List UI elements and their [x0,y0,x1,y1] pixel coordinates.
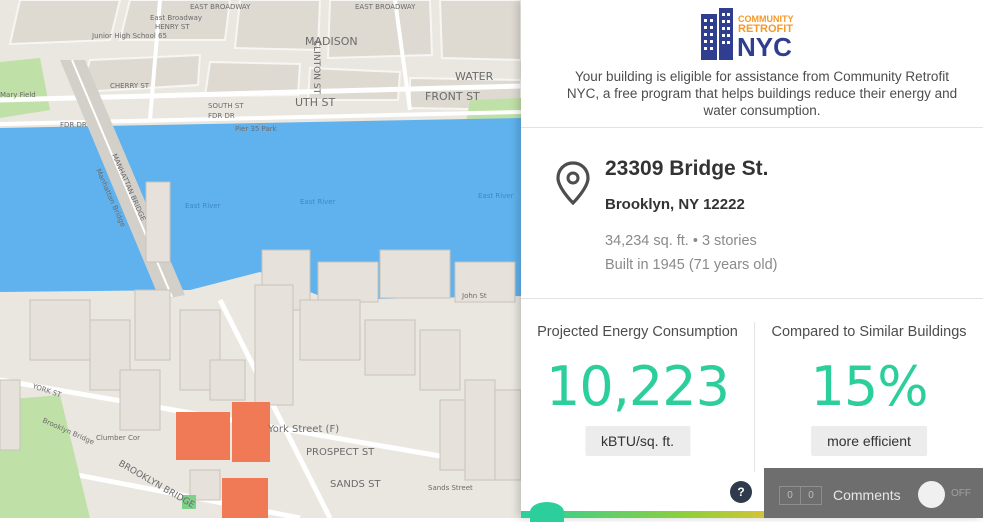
street-label: UTH ST [295,96,336,109]
comment-count-b: 0 [800,486,822,505]
community-retrofit-logo: COMMUNITY RETROFIT NYC [699,6,811,62]
divider [521,298,983,299]
street-label: FDR DR [208,112,235,120]
address-line1: 23309 Bridge St. [605,157,769,180]
street-label: John St [461,292,487,300]
address-line2: Brooklyn, NY 12222 [605,196,745,213]
toggle-state-label: OFF [951,488,971,499]
street-label: Clumber Cor [96,434,140,442]
street-label: PROSPECT ST [306,447,375,458]
comparison-label: Compared to Similar Buildings [771,324,967,340]
energy-unit-badge: kBTU/sq. ft. [584,426,691,456]
map-canvas[interactable]: EAST BROADWAY EAST BROADWAY East Broadwa… [0,0,521,518]
energy-consumption-value: 10,223 [546,355,730,418]
street-label: HENRY ST [155,23,190,31]
comparison-stat: Compared to Similar Buildings 15% more e… [755,300,983,470]
street-label: York Street (F) [267,424,339,435]
divider [521,127,983,128]
comparison-unit-badge: more efficient [811,426,927,456]
building-info-panel: COMMUNITY RETROFIT NYC Your building is … [521,0,983,518]
efficiency-indicator [530,502,564,522]
help-button[interactable]: ? [730,481,752,503]
street-label: EAST BROADWAY [190,3,251,11]
location-pin-icon [556,161,590,206]
water-label: East River [185,202,221,210]
street-label: EAST BROADWAY [355,3,416,11]
water-label: East River [478,192,514,200]
comment-count-a: 0 [779,486,801,505]
street-label: SOUTH ST [208,102,244,110]
comments-label[interactable]: Comments [833,487,901,503]
street-label: CLINTON ST [311,40,321,95]
street-label: Junior High School 65 [91,32,167,40]
street-label: CHERRY ST [110,82,150,90]
street-label: Mary Field [0,91,36,99]
street-label: FRONT ST [425,90,480,103]
building-age: Built in 1945 (71 years old) [605,257,778,273]
street-label: WATER [455,70,494,83]
logo-line3: NYC [737,32,792,62]
energy-consumption-stat: Projected Energy Consumption 10,223 kBTU… [521,300,754,470]
energy-consumption-label: Projected Energy Consumption [537,324,738,340]
street-label: East Broadway [150,14,202,22]
building-size: 34,234 sq. ft. • 3 stories [605,233,757,249]
toggle-knob[interactable] [918,481,945,508]
street-label: Pier 35 Park [235,125,278,133]
water-label: East River [300,198,336,206]
comments-bar: 0 0 Comments OFF [764,468,983,518]
street-label: Sands Street [428,484,473,492]
eligibility-message: Your building is eligible for assistance… [566,69,958,118]
street-label: FDR DR [60,121,87,129]
map-view[interactable]: EAST BROADWAY EAST BROADWAY East Broadwa… [0,0,521,518]
street-label: SANDS ST [330,479,381,490]
comments-toggle[interactable]: OFF [918,479,976,509]
comparison-value: 15% [810,355,928,418]
